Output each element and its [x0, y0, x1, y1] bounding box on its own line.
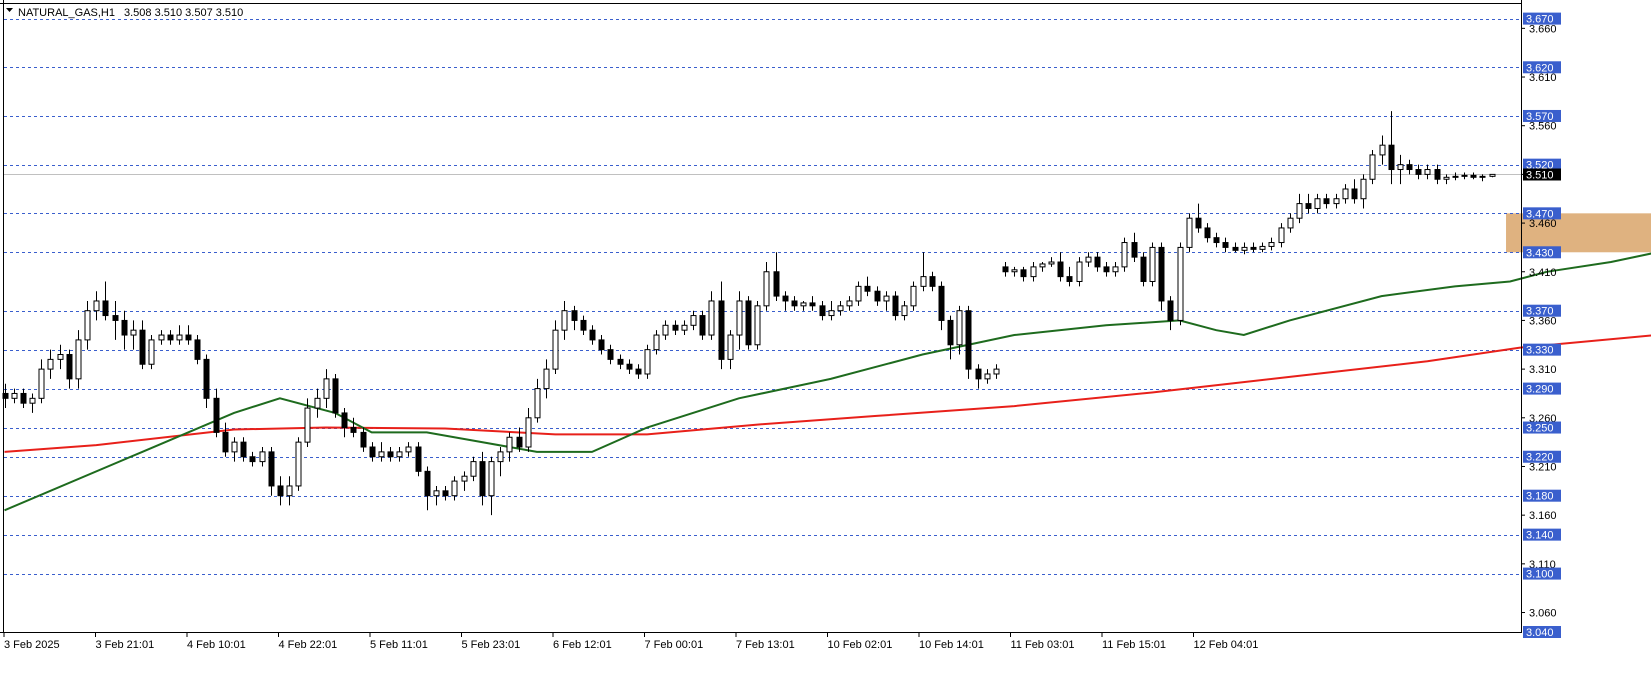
candle[interactable] — [1076, 257, 1083, 287]
level-price-label: 3.290 — [1523, 382, 1561, 396]
svg-text:3.290: 3.290 — [1526, 384, 1554, 396]
x-tick-label: 3 Feb 21:01 — [96, 639, 155, 651]
plot-area — [4, 4, 1521, 632]
chart-header: NATURAL_GAS,H1 3.508 3.510 3.507 3.510 — [6, 7, 243, 19]
candle[interactable] — [1186, 213, 1193, 253]
x-tick-label: 11 Feb 15:01 — [1102, 639, 1166, 651]
x-tick-label: 10 Feb 02:01 — [828, 639, 893, 651]
level-price-label: 3.180 — [1523, 489, 1561, 503]
level-price-label: 3.220 — [1523, 450, 1561, 464]
candle[interactable] — [1121, 237, 1128, 272]
x-tick-label: 5 Feb 23:01 — [462, 639, 521, 651]
level-price-label: 3.330 — [1523, 343, 1561, 357]
candle[interactable] — [415, 442, 422, 477]
level-price-label: 3.140 — [1523, 528, 1561, 542]
candle[interactable] — [1177, 242, 1184, 326]
x-axis-labels: 3 Feb 2025 3 Feb 21:01 4 Feb 10:01 4 Feb 22… — [3, 632, 1259, 651]
candle[interactable] — [644, 344, 651, 379]
svg-text:3.430: 3.430 — [1526, 247, 1554, 259]
candle[interactable] — [332, 373, 339, 418]
level-price-label: 3.040 — [1523, 626, 1561, 639]
level-price-label: 3.100 — [1523, 567, 1561, 581]
candle[interactable] — [965, 305, 972, 379]
candle[interactable] — [745, 296, 752, 350]
current-price-label: 3.510 — [1523, 168, 1561, 182]
candle[interactable] — [892, 291, 899, 321]
svg-text:3.220: 3.220 — [1526, 452, 1554, 464]
candle[interactable] — [295, 437, 302, 491]
svg-text:3.140: 3.140 — [1526, 530, 1554, 542]
svg-text:3.620: 3.620 — [1526, 62, 1554, 74]
svg-text:3.510: 3.510 — [1526, 170, 1554, 182]
candle[interactable] — [910, 281, 917, 311]
x-tick-label: 7 Feb 13:01 — [736, 639, 795, 651]
level-price-label: 3.670 — [1523, 12, 1561, 26]
candle[interactable] — [754, 300, 761, 350]
x-tick-label: 12 Feb 04:01 — [1194, 639, 1259, 651]
level-price-label: 3.250 — [1523, 421, 1561, 435]
x-tick-label: 6 Feb 12:01 — [553, 639, 612, 651]
svg-text:3.250: 3.250 — [1526, 423, 1554, 435]
level-price-label: 3.620 — [1523, 61, 1561, 74]
candle[interactable] — [1158, 242, 1165, 311]
y-tick-label: 3.160 — [1529, 510, 1557, 522]
x-tick-label: 10 Feb 14:01 — [919, 639, 984, 651]
svg-text:3.100: 3.100 — [1526, 569, 1554, 581]
x-tick-label: 4 Feb 10:01 — [187, 639, 246, 651]
symbol-label: NATURAL_GAS,H1 — [18, 7, 115, 19]
svg-text:3.570: 3.570 — [1526, 111, 1554, 123]
candle[interactable] — [699, 310, 706, 340]
svg-text:3.470: 3.470 — [1526, 208, 1554, 220]
svg-text:3.040: 3.040 — [1526, 627, 1554, 639]
candle[interactable] — [1369, 150, 1376, 185]
candle[interactable] — [1149, 242, 1156, 287]
svg-text:3.370: 3.370 — [1526, 306, 1554, 318]
y-tick-label: 3.410 — [1529, 267, 1557, 279]
x-tick-label: 3 Feb 2025 — [4, 639, 60, 651]
level-price-label: 3.430 — [1523, 246, 1561, 259]
candle[interactable] — [1140, 252, 1147, 287]
price-chart[interactable]: 3.6603.6103.5603.5103.4603.4103.3603.310… — [0, 0, 1651, 691]
svg-text:3.330: 3.330 — [1526, 345, 1554, 357]
svg-text:3.670: 3.670 — [1526, 14, 1554, 26]
svg-text:3.180: 3.180 — [1526, 491, 1554, 503]
x-tick-label: 5 Feb 11:01 — [370, 639, 428, 651]
candle[interactable] — [194, 335, 201, 365]
level-price-label: 3.470 — [1523, 207, 1561, 220]
x-tick-label: 11 Feb 03:01 — [1011, 639, 1075, 651]
level-price-label: 3.370 — [1523, 304, 1561, 318]
y-axis-labels: 3.6603.6103.5603.5103.4603.4103.3603.310… — [1521, 12, 1561, 639]
y-tick-label: 3.060 — [1529, 608, 1557, 620]
ohlc-readout: 3.508 3.510 3.507 3.510 — [124, 7, 243, 19]
x-tick-label: 4 Feb 22:01 — [279, 639, 338, 651]
y-tick-label: 3.310 — [1529, 364, 1557, 376]
x-tick-label: 7 Feb 00:01 — [645, 639, 704, 651]
level-price-label: 3.570 — [1523, 109, 1561, 123]
candle[interactable] — [148, 335, 155, 370]
